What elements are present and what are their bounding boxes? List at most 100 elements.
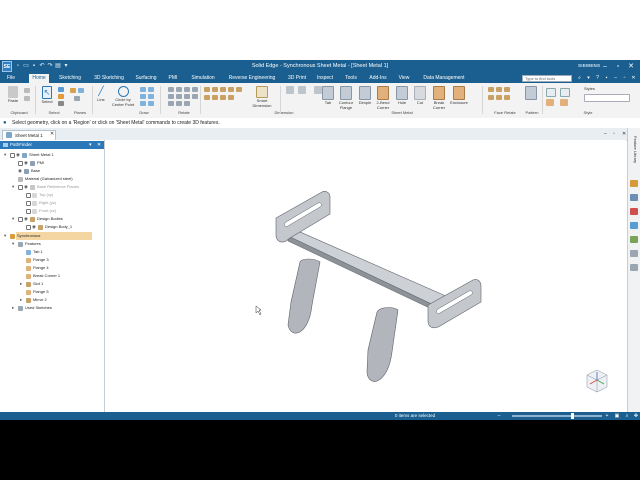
equal-icon[interactable] xyxy=(192,87,198,92)
ribbon-minimize-icon[interactable]: – xyxy=(612,75,619,82)
expand-toggle-icon[interactable]: ▸ xyxy=(12,304,14,312)
tree-item-used-sketches[interactable]: Used Sketches xyxy=(25,304,52,312)
plane-option-icon[interactable] xyxy=(78,88,84,93)
tree-item-right-plane[interactable]: Right (yz) xyxy=(39,199,56,207)
radial-icon[interactable] xyxy=(220,95,226,100)
circle-button[interactable]: Circle by Center Point xyxy=(110,86,136,107)
expand-icon[interactable]: ▾ xyxy=(585,75,592,82)
maximize-icon[interactable]: ▫ xyxy=(613,62,623,72)
document-restore-icon[interactable]: ▫ xyxy=(613,131,615,138)
select-button[interactable]: ↖ Select xyxy=(38,86,56,105)
tab-surfacing[interactable]: Surfacing xyxy=(132,74,160,83)
concentric-icon[interactable] xyxy=(168,101,174,106)
smart-dimension-button[interactable]: Smart Dimension xyxy=(250,86,274,108)
zoom-area-icon[interactable]: ⌕ xyxy=(624,413,630,419)
zoom-slider-thumb[interactable] xyxy=(571,413,574,419)
tree-item-design-bodies[interactable]: Design Bodies xyxy=(37,215,63,223)
help-icon[interactable]: ? xyxy=(594,75,601,82)
tree-item-tab-1[interactable]: Tab 1 xyxy=(33,248,43,256)
tab-add-ins[interactable]: Add-Ins xyxy=(366,74,390,83)
break-corner-button[interactable]: Break Corner xyxy=(428,86,450,110)
tab-sketching[interactable]: Sketching xyxy=(56,74,84,83)
document-minimize-icon[interactable]: – xyxy=(604,131,607,138)
hole-button[interactable]: Hole xyxy=(394,86,410,106)
graphics-viewport[interactable] xyxy=(105,140,626,412)
small-feature-button-2[interactable] xyxy=(296,86,308,95)
tab-feature-button[interactable]: Tab xyxy=(320,86,336,106)
checkbox-icon[interactable] xyxy=(26,224,31,230)
app-logo[interactable]: SE xyxy=(2,61,12,72)
document-close-icon[interactable]: ✕ xyxy=(622,131,626,138)
tree-item-design-body-1[interactable]: Design Body_1 xyxy=(45,223,72,231)
view-style-icon-4[interactable] xyxy=(560,99,568,106)
dimension-option-icon[interactable] xyxy=(236,87,242,92)
horizontal-icon[interactable] xyxy=(176,87,182,92)
view-style-icon-2[interactable] xyxy=(560,88,570,97)
properties-icon[interactable] xyxy=(630,222,638,229)
tab-data-management[interactable]: Data Management xyxy=(418,74,470,83)
close-document-icon[interactable]: ✕ xyxy=(50,131,54,138)
lock-icon[interactable] xyxy=(184,94,190,99)
arc-icon[interactable] xyxy=(140,87,146,92)
select-option-icon[interactable] xyxy=(58,101,64,106)
zoom-in-icon[interactable]: + xyxy=(604,413,610,419)
tree-item-flange-3[interactable]: Flange 3 xyxy=(33,256,49,264)
expand-toggle-icon[interactable]: ▾ xyxy=(12,215,14,223)
face-relate-icon-1[interactable] xyxy=(488,87,494,92)
copy-icon[interactable] xyxy=(24,96,30,101)
layers-icon[interactable] xyxy=(630,194,638,201)
tree-item-synchronous[interactable]: Synchronous xyxy=(16,232,92,240)
sensors-icon[interactable] xyxy=(630,236,638,243)
rigid-icon[interactable] xyxy=(184,101,190,106)
checkbox-icon[interactable] xyxy=(18,160,23,166)
fillet-icon[interactable] xyxy=(140,94,146,99)
help-panel-icon[interactable] xyxy=(630,264,638,271)
settings-icon[interactable] xyxy=(630,250,638,257)
tab-3d-sketching[interactable]: 3D Sketching xyxy=(90,74,128,83)
minimize-icon[interactable]: – xyxy=(600,62,610,72)
checkbox-icon[interactable] xyxy=(26,208,31,214)
angular-icon[interactable] xyxy=(204,95,210,100)
redo-icon[interactable]: ↷ xyxy=(47,63,53,70)
open-icon[interactable]: ▭ xyxy=(23,63,29,70)
tab-home[interactable]: Home xyxy=(29,74,49,83)
checkbox-icon[interactable] xyxy=(18,216,23,222)
distance-icon[interactable] xyxy=(204,87,210,92)
pathfinder-close-icon[interactable]: ✕ xyxy=(97,141,101,149)
dimple-button[interactable]: Dimple xyxy=(356,86,374,106)
zoom-out-icon[interactable]: – xyxy=(496,413,502,419)
line-button[interactable]: ╱ Line xyxy=(94,86,108,103)
face-relate-icon-2[interactable] xyxy=(496,87,502,92)
visibility-eye-icon[interactable]: ◉ xyxy=(32,223,36,231)
mirror-sketch-icon[interactable] xyxy=(148,101,154,106)
visibility-eye-icon[interactable]: ◉ xyxy=(16,151,20,159)
checkbox-icon[interactable] xyxy=(26,200,31,206)
dropdown-icon[interactable]: ▾ xyxy=(63,63,69,70)
visibility-eye-icon[interactable]: ◉ xyxy=(24,183,28,191)
symmetric-diameter-icon[interactable] xyxy=(228,87,234,92)
save-icon[interactable]: ▪ xyxy=(31,63,37,70)
ribbon-close-icon[interactable]: ✕ xyxy=(630,75,637,82)
view-style-icon-3[interactable] xyxy=(546,99,554,106)
select-filter-icon[interactable] xyxy=(58,87,64,92)
tree-item-flange-5[interactable]: Flange 5 xyxy=(33,288,49,296)
fit-view-icon[interactable]: ▣ xyxy=(614,413,620,419)
tree-item-base[interactable]: Base xyxy=(31,167,40,175)
ribbon-restore-icon[interactable]: ▫ xyxy=(621,75,628,82)
tab-file[interactable]: File xyxy=(3,74,19,83)
face-relate-icon-3[interactable] xyxy=(504,87,510,92)
teamcenter-icon[interactable] xyxy=(630,208,638,215)
collinear-icon[interactable] xyxy=(176,101,182,106)
face-relate-icon-5[interactable] xyxy=(496,95,502,100)
new-icon[interactable]: ▫ xyxy=(15,63,21,70)
view-style-icon-1[interactable] xyxy=(546,88,556,97)
tree-item-front-plane[interactable]: Front (xz) xyxy=(39,207,56,215)
trim-icon[interactable] xyxy=(148,94,154,99)
coordinate-dimension-icon[interactable] xyxy=(220,87,226,92)
enclosure-button[interactable]: Enclosure xyxy=(448,86,470,106)
tree-item-material[interactable]: Material (Galvanized steel) xyxy=(25,175,73,183)
dimension-axis-icon[interactable] xyxy=(228,95,234,100)
expand-toggle-icon[interactable]: ▾ xyxy=(4,151,6,159)
cut-icon[interactable] xyxy=(24,88,30,93)
symmetric-icon[interactable] xyxy=(192,94,198,99)
